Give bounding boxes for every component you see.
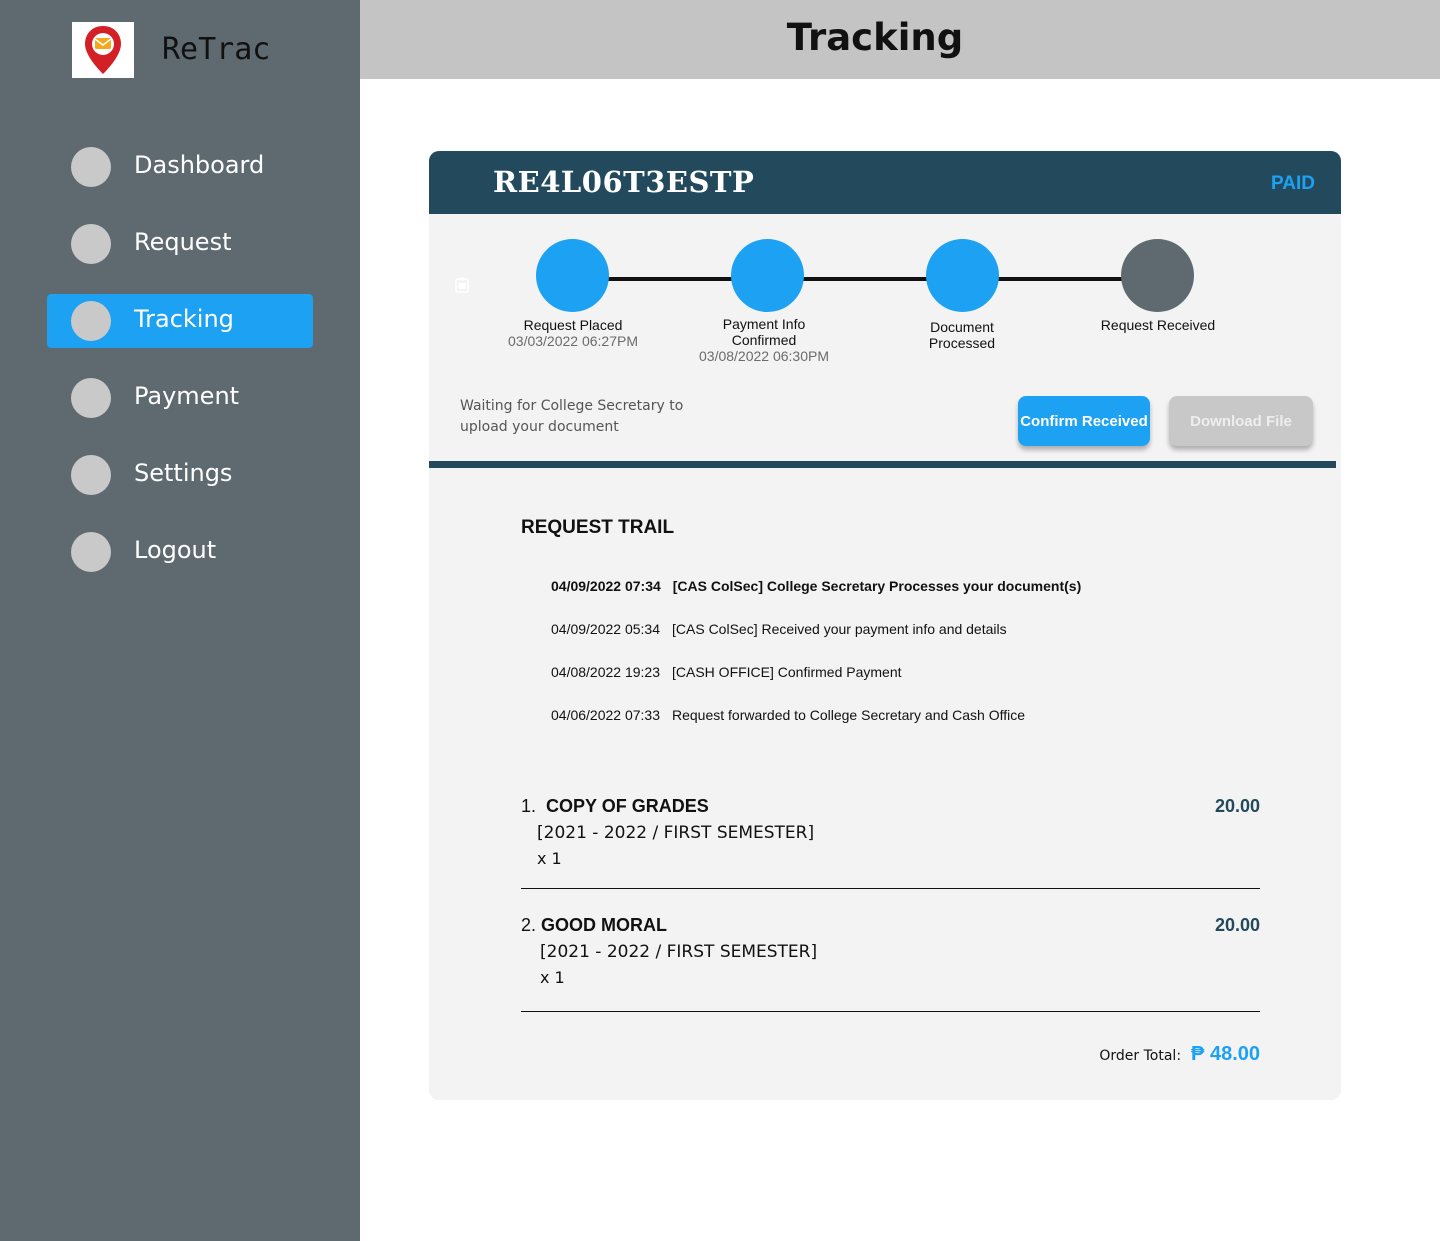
trail-entry-date: 04/09/2022 07:34	[551, 578, 661, 594]
trail-entry: 04/08/2022 19:23 [CASH OFFICE] Confirmed …	[551, 664, 902, 680]
order-item-name: GOOD MORAL	[541, 915, 668, 935]
step-label: Request Received	[1100, 317, 1216, 333]
order-item: 2. GOOD MORAL [2021 - 2022 / FIRST SEMES…	[521, 915, 1260, 987]
order-item-term: [2021 - 2022 / FIRST SEMESTER]	[537, 823, 815, 843]
logout-icon	[71, 532, 111, 572]
sidebar-item-label: Tracking	[134, 305, 234, 333]
step-date: 03/03/2022 06:27PM	[508, 333, 638, 349]
download-file-button[interactable]: Download File	[1169, 396, 1313, 446]
clipboard-icon[interactable]	[455, 277, 469, 293]
order-item-name: COPY OF GRADES	[546, 796, 709, 816]
step-request-placed-indicator	[536, 239, 609, 312]
sidebar-item-request[interactable]: Request	[47, 217, 313, 271]
sidebar-item-payment[interactable]: Payment	[47, 371, 313, 425]
step-label: Payment Info Confirmed	[722, 316, 806, 348]
order-item-quantity: x 1	[537, 849, 562, 868]
sidebar-item-tracking[interactable]: Tracking	[47, 294, 313, 348]
trail-entry-date: 04/09/2022 05:34	[551, 621, 660, 637]
order-item-number: 1.	[521, 796, 537, 816]
card-header: RE4L06T3ESTP PAID	[429, 151, 1341, 214]
sidebar-item-label: Payment	[134, 382, 240, 410]
item-divider	[521, 1011, 1260, 1012]
trail-entry-text: [CAS ColSec] College Secretary Processes…	[672, 578, 1082, 594]
settings-icon	[71, 455, 111, 495]
dashboard-icon	[71, 147, 111, 187]
sidebar-item-label: Request	[134, 228, 232, 256]
sidebar-item-label: Dashboard	[134, 151, 265, 179]
step-date: 03/08/2022 06:30PM	[699, 348, 829, 364]
section-divider	[429, 461, 1336, 468]
trail-entry-text: [CASH OFFICE] Confirmed Payment	[672, 664, 902, 680]
waiting-status-text: Waiting for College Secretary to upload …	[460, 398, 684, 435]
order-item-title: 1. COPY OF GRADES	[521, 796, 1260, 817]
trail-entry-date: 04/08/2022 19:23	[551, 664, 660, 680]
payment-status-badge: PAID	[1271, 173, 1315, 194]
request-icon	[71, 224, 111, 264]
sidebar-item-settings[interactable]: Settings	[47, 448, 313, 502]
step-document-processed-indicator	[926, 239, 999, 312]
step-label: Request Placed	[523, 317, 623, 333]
sidebar-item-label: Settings	[134, 459, 233, 487]
order-item-title: 2. GOOD MORAL	[521, 915, 1260, 936]
trail-entry: 04/09/2022 05:34 [CAS ColSec] Received yo…	[551, 621, 1007, 637]
trail-entry: 04/09/2022 07:34 [CAS ColSec] College Sec…	[551, 578, 1081, 594]
page-title: Tracking	[786, 16, 964, 59]
confirm-received-button[interactable]: Confirm Received	[1018, 396, 1150, 446]
payment-icon	[71, 378, 111, 418]
location-pin-mail-icon	[85, 26, 121, 74]
reference-number: RE4L06T3ESTP	[493, 165, 755, 199]
sidebar-item-label: Logout	[134, 536, 217, 564]
order-item-number: 2.	[521, 915, 537, 935]
top-bar: Tracking	[360, 0, 1440, 79]
order-total-label: Order Total:	[1099, 1048, 1182, 1064]
step-request-received-indicator	[1121, 239, 1194, 312]
sidebar-item-dashboard[interactable]: Dashboard	[47, 140, 313, 194]
request-trail-title: REQUEST TRAIL	[521, 517, 675, 538]
tracking-card: RE4L06T3ESTP PAID Request Placed 03/03/2…	[429, 151, 1341, 1100]
trail-entry: 04/06/2022 07:33 Request forwarded to Col…	[551, 707, 1025, 723]
tracking-icon	[71, 301, 111, 341]
step-label: Document Processed	[928, 319, 996, 351]
sidebar: ReTrac Dashboard Request Tracking Paymen…	[0, 0, 360, 1241]
trail-entry-date: 04/06/2022 07:33	[551, 707, 660, 723]
order-item-price: 20.00	[1214, 796, 1260, 816]
progress-line	[572, 277, 1162, 281]
order-total-value: ₱ 48.00	[1191, 1043, 1260, 1065]
item-divider	[521, 888, 1260, 889]
order-item: 1. COPY OF GRADES [2021 - 2022 / FIRST S…	[521, 796, 1260, 868]
order-item-price: 20.00	[1214, 915, 1260, 935]
order-total: Order Total: ₱ 48.00	[1099, 1043, 1260, 1066]
app-logo	[72, 22, 134, 78]
trail-entry-text: [CAS ColSec] Received your payment info …	[672, 621, 1007, 637]
sidebar-item-logout[interactable]: Logout	[47, 525, 313, 579]
order-item-term: [2021 - 2022 / FIRST SEMESTER]	[540, 942, 818, 962]
app-name: ReTrac	[162, 32, 271, 67]
order-item-quantity: x 1	[540, 968, 565, 987]
step-payment-confirmed-indicator	[731, 239, 804, 312]
trail-entry-text: Request forwarded to College Secretary a…	[672, 707, 1026, 723]
app-root: ReTrac Dashboard Request Tracking Paymen…	[0, 0, 1440, 1241]
